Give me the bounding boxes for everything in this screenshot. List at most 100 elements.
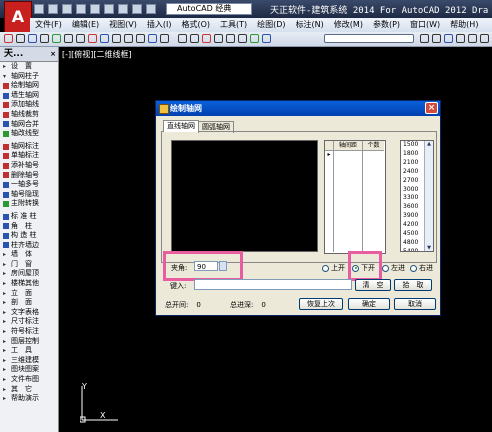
toolbar-tool-icon[interactable] [112,34,121,43]
tab-straight-grid[interactable]: 直线轴网 [163,120,199,132]
toolbar-tool-icon[interactable] [238,34,247,43]
palette-item[interactable]: 单轴标注 [0,151,58,161]
toolbar-tool-icon[interactable] [420,34,429,43]
menu-item[interactable]: 格式(O) [176,18,215,32]
toolbar-tool-icon[interactable] [214,34,223,43]
cancel-button[interactable]: 取消 [394,298,436,310]
toolbar-tool-icon[interactable] [250,34,259,43]
spacing-values-list[interactable]: 1500 1800 2100 2400 2700 3000 3300 3600 3900 4200… [400,140,434,252]
menu-item[interactable]: 帮助(H) [445,18,483,32]
palette-close-icon[interactable]: × [50,47,56,61]
palette-title[interactable]: 天... × [0,47,58,62]
palette-item[interactable]: 添补轴号 [0,161,58,171]
angle-input[interactable]: 90 [194,261,218,271]
scroll-up-icon[interactable]: ▲ [425,141,433,147]
dialog-title-bar[interactable]: 绘制轴网 × [156,101,440,116]
radio-down-dot[interactable] [352,264,359,272]
palette-item[interactable]: 轴线裁剪 [0,110,58,120]
toolbar-tool-icon[interactable] [40,34,49,43]
spacing-table[interactable]: 轴间距 个数 ▸ [324,140,386,254]
palette-item[interactable]: ▸ 符号标注 [0,327,58,337]
toolbar-tool-icon[interactable] [480,34,489,43]
palette-item[interactable]: ▸ 三维建模 [0,356,58,366]
menu-item[interactable]: 修改(M) [329,18,368,32]
palette-item[interactable]: 轴网标注 [0,142,58,152]
toolbar-tool-icon[interactable] [136,34,145,43]
toolbar-tool-icon[interactable] [178,34,187,43]
menu-item[interactable]: 绘图(D) [252,18,290,32]
palette-item[interactable]: 主附转换 [0,199,58,209]
palette-item[interactable]: ▸ 帮助演示 [0,394,58,404]
radio-down[interactable]: 下开 [352,263,375,273]
toolbar-tool-icon[interactable] [16,34,25,43]
palette-item[interactable]: 角 柱 [0,222,58,232]
palette-item[interactable]: 构 造 柱 [0,231,58,241]
palette-item[interactable]: 墙生轴网 [0,91,58,101]
redo-icon[interactable] [118,4,128,14]
menu-item[interactable]: 标注(N) [291,18,329,32]
menu-item[interactable]: 文件(F) [30,18,67,32]
radio-left[interactable]: 左进 [382,263,405,273]
toolbar-tool-icon[interactable] [64,34,73,43]
toolbar-tool-icon[interactable] [456,34,465,43]
palette-item[interactable]: ▸ 尺寸标注 [0,317,58,327]
menu-item[interactable]: 插入(I) [142,18,177,32]
palette-item[interactable]: ▾ 轴网柱子 [0,72,58,82]
menu-item[interactable]: 工具(T) [215,18,252,32]
radio-up-dot[interactable] [322,264,329,272]
menu-item[interactable]: 窗口(W) [405,18,445,32]
scroll-down-icon[interactable]: ▼ [425,245,433,251]
palette-item[interactable]: ▸ 图块图案 [0,365,58,375]
palette-item[interactable]: 柱齐墙边 [0,241,58,251]
toolbar-tool-icon[interactable] [4,34,13,43]
palette-item[interactable]: ▸ 文字表格 [0,308,58,318]
palette-item[interactable]: ▸ 其 它 [0,385,58,395]
palette-item[interactable]: 添加轴线 [0,100,58,110]
toolbar-tool-icon[interactable] [52,34,61,43]
toolbar-tool-icon[interactable] [76,34,85,43]
new-file-icon[interactable] [34,4,44,14]
clear-button[interactable]: 清 空 [355,279,391,291]
angle-spinner[interactable] [219,261,227,271]
toolbar-tool-icon[interactable] [28,34,37,43]
toolbar-tool-icon[interactable] [160,34,169,43]
palette-item[interactable]: ▸ 文件布图 [0,375,58,385]
toolbar-tool-icon[interactable] [432,34,441,43]
workspace-select[interactable]: AutoCAD 经典 [166,3,252,15]
save-as-icon[interactable] [76,4,86,14]
layer-icon[interactable] [132,4,142,14]
palette-item[interactable]: ▸ 立 面 [0,289,58,299]
palette-item[interactable]: ▸ 门 窗 [0,260,58,270]
palette-item[interactable]: ▸ 工 具 [0,346,58,356]
palette-item[interactable]: ▸ 图层控制 [0,337,58,347]
menu-item[interactable]: 编辑(E) [67,18,104,32]
values-scrollbar[interactable]: ▲ ▼ [424,141,433,251]
viewport-controls[interactable]: [-][俯视][二维线框] [62,49,132,60]
properties-icon[interactable] [146,4,156,14]
toolbar-tool-icon[interactable] [226,34,235,43]
menu-item[interactable]: 视图(V) [104,18,142,32]
palette-item[interactable]: 绘制轴网 [0,81,58,91]
close-icon[interactable]: × [425,102,438,114]
toolbar-tool-icon[interactable] [100,34,109,43]
palette-item[interactable]: ▸ 墙 体 [0,250,58,260]
palette-item[interactable]: 删除轴号 [0,171,58,181]
radio-up[interactable]: 上开 [322,263,345,273]
toolbar-tool-icon[interactable] [444,34,453,43]
print-icon[interactable] [90,4,100,14]
key-in-input[interactable] [194,279,352,290]
application-menu-button[interactable]: A [4,1,32,35]
toolbar-tool-icon[interactable] [468,34,477,43]
restore-last-button[interactable]: 恢复上次 [299,298,343,310]
ok-button[interactable]: 确定 [348,298,390,310]
toolbar-tool-icon[interactable] [148,34,157,43]
radio-right-dot[interactable] [410,264,417,272]
palette-item[interactable]: ▸ 房间屋顶 [0,269,58,279]
palette-item[interactable]: 轴网合并 [0,120,58,130]
palette-item[interactable]: ▸ 剖 面 [0,298,58,308]
radio-right[interactable]: 右进 [410,263,433,273]
toolbar-tool-icon[interactable] [124,34,133,43]
save-icon[interactable] [62,4,72,14]
palette-item[interactable]: ▸ 楼梯其他 [0,279,58,289]
palette-item[interactable]: 标 准 柱 [0,212,58,222]
